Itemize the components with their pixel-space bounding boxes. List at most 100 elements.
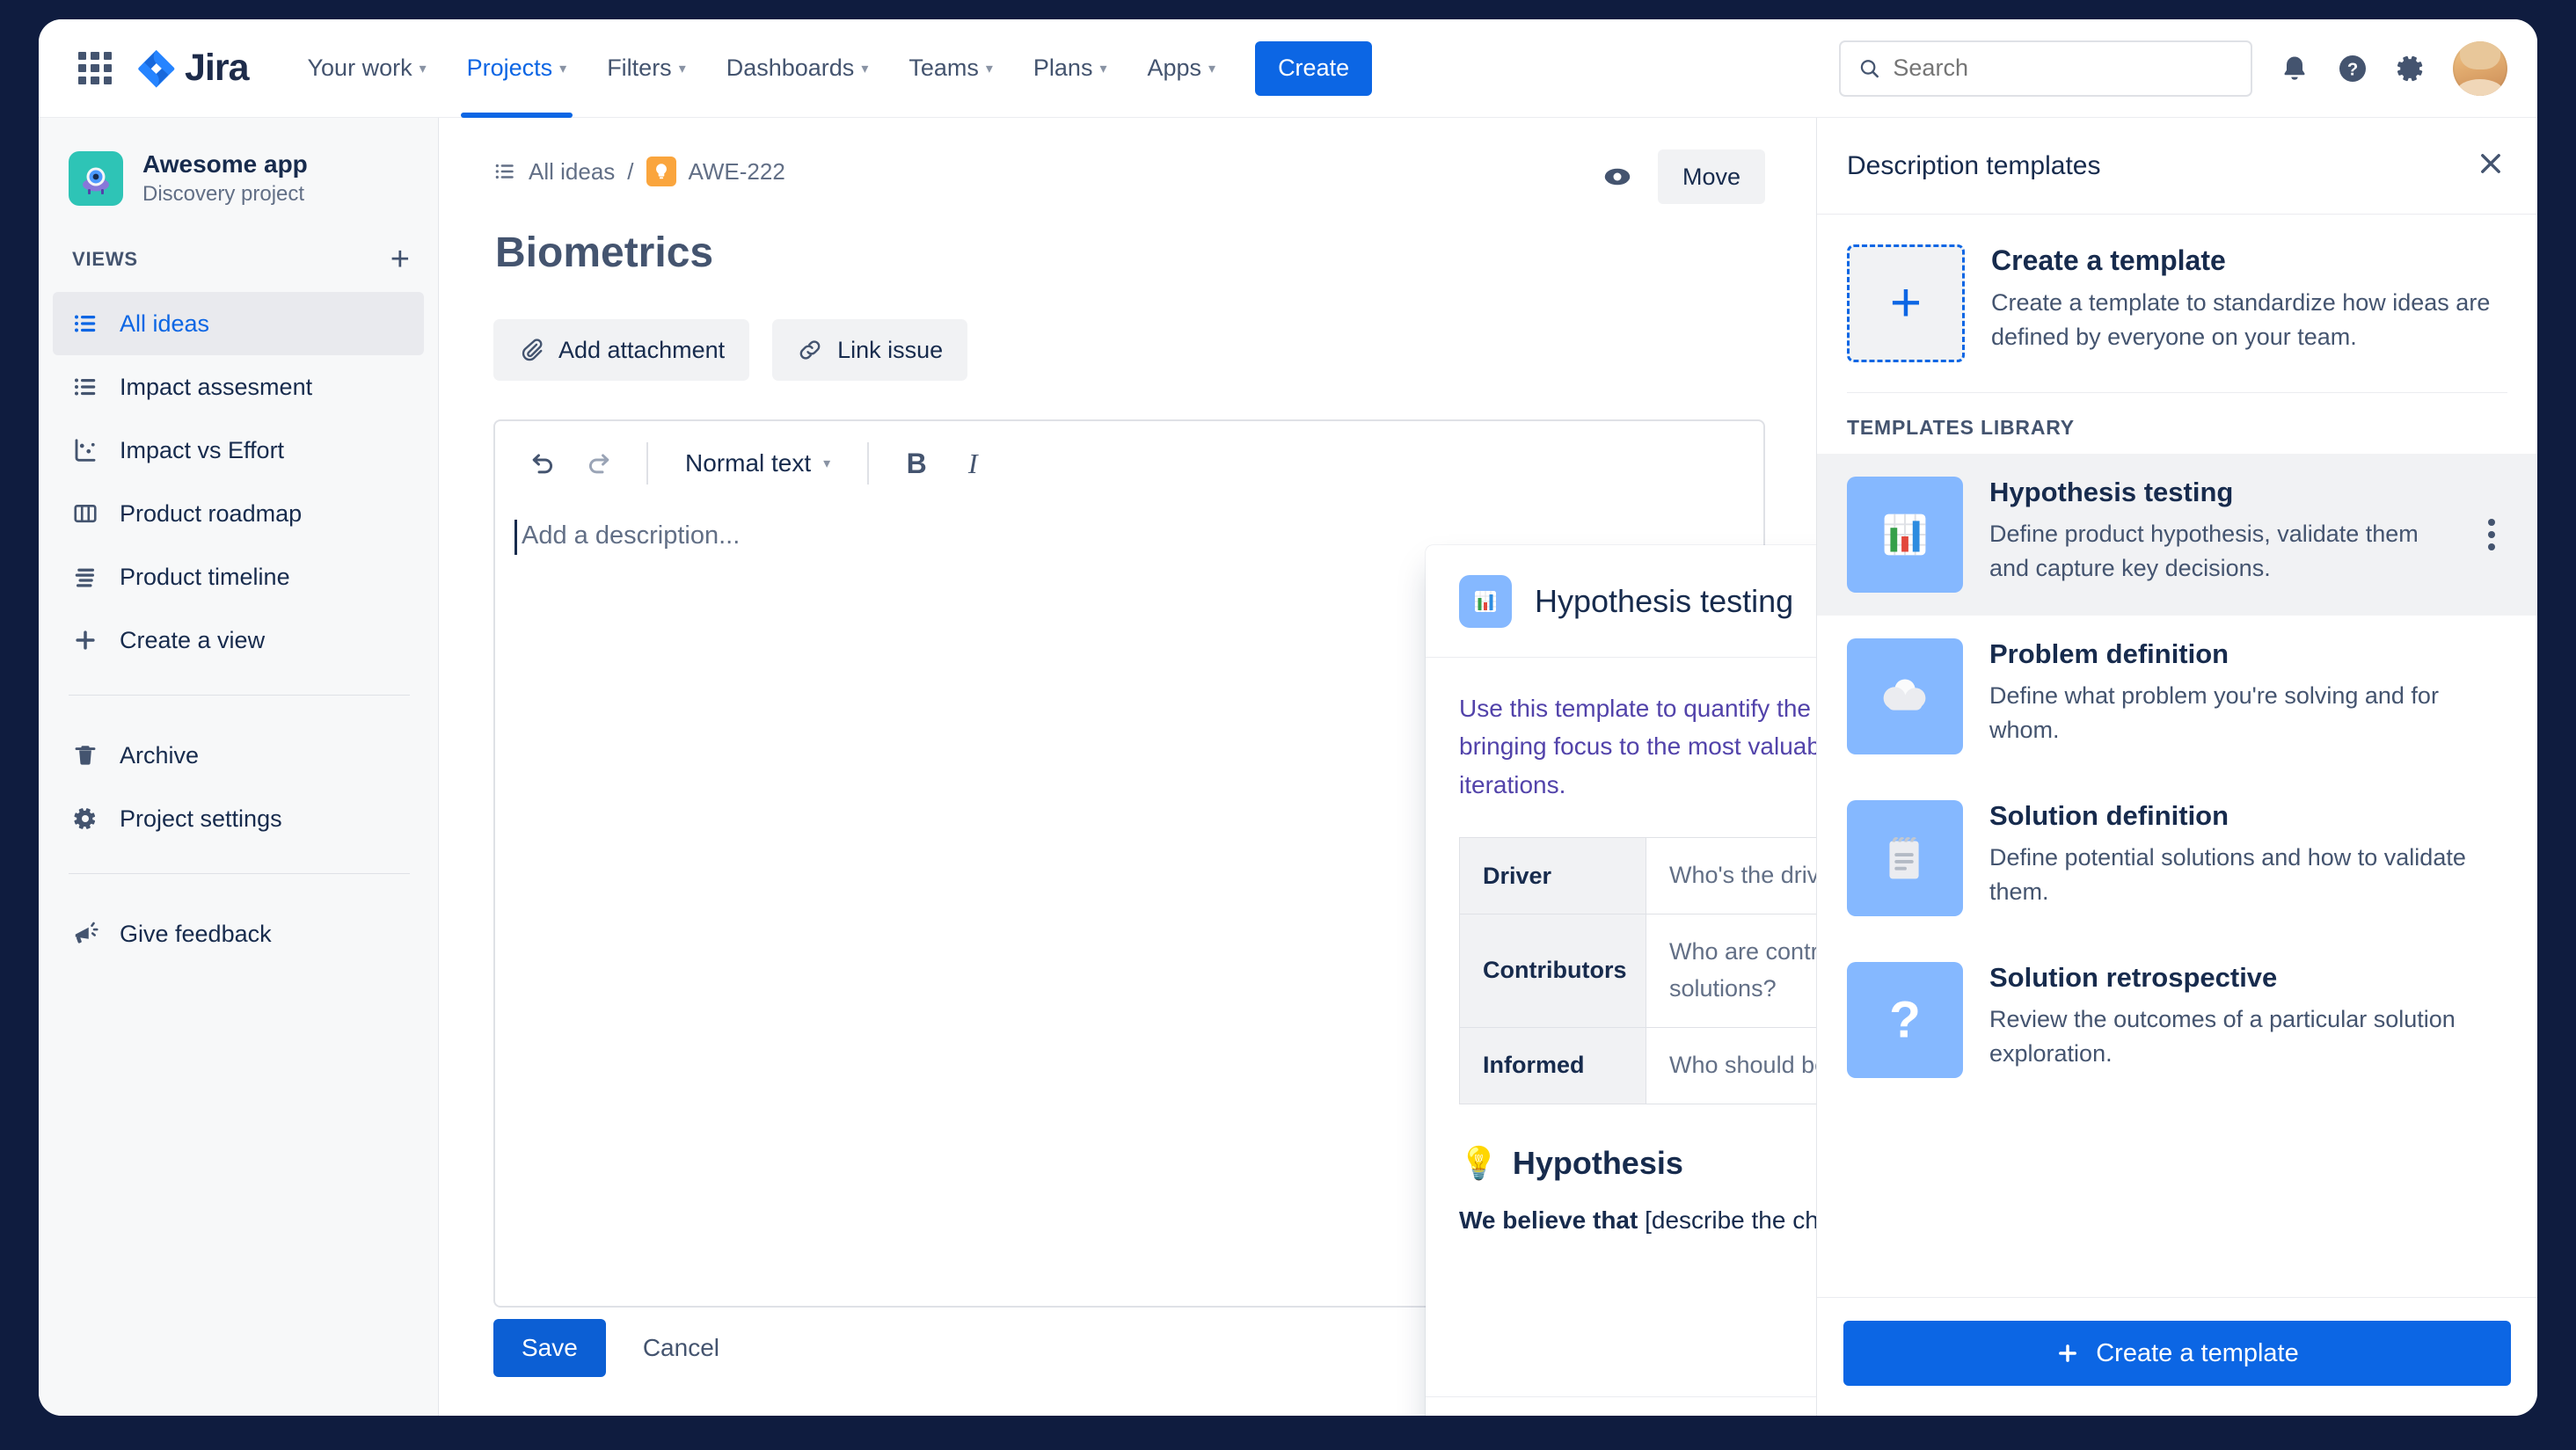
description-templates-panel: Description templates + Create a templat… [1816, 118, 2537, 1416]
template-item-problem-definition[interactable]: Problem definition Define what problem y… [1817, 616, 2537, 777]
sidebar-item-label: Impact assesment [120, 373, 313, 400]
jira-window: Jira Your work ▾ Projects ▾ Filters ▾ Da… [39, 19, 2537, 1416]
chevron-down-icon: ▾ [1208, 61, 1216, 77]
text-style-dropdown[interactable]: Normal text ▾ [671, 449, 844, 477]
primary-nav: Your work ▾ Projects ▾ Filters ▾ Dashboa… [289, 39, 1373, 118]
page-title: Biometrics [495, 230, 714, 276]
trash-icon [70, 742, 100, 769]
cancel-button[interactable]: Cancel [624, 1319, 739, 1377]
nav-item-filters[interactable]: Filters ▾ [588, 39, 704, 98]
sidebar-item-impact-assesment[interactable]: Impact assesment [53, 355, 424, 419]
sidebar-item-project-settings[interactable]: Project settings [53, 787, 424, 850]
role-key: Informed [1459, 1026, 1646, 1104]
sidebar-item-all-ideas[interactable]: All ideas [53, 292, 424, 356]
nav-item-teams[interactable]: Teams ▾ [890, 39, 1011, 98]
add-attachment-button[interactable]: Add attachment [493, 319, 750, 381]
nav-item-your-work[interactable]: Your work ▾ [289, 39, 445, 98]
plus-icon: + [1847, 244, 1965, 362]
nav-item-dashboards[interactable]: Dashboards ▾ [708, 39, 887, 98]
nav-item-plans[interactable]: Plans ▾ [1015, 39, 1126, 98]
sidebar-item-label: Give feedback [120, 920, 272, 947]
nav-item-projects[interactable]: Projects ▾ [449, 39, 586, 118]
user-avatar[interactable] [2453, 40, 2507, 96]
undo-icon[interactable] [518, 436, 567, 491]
hypothesis-statement-bold: We believe that [1459, 1206, 1638, 1234]
create-template-button[interactable]: Create a template [1843, 1321, 2511, 1386]
role-key: Driver [1459, 837, 1646, 915]
template-preview-title: Hypothesis testing [1535, 582, 1794, 619]
template-item-solution-retrospective[interactable]: ? Solution retrospective Review the outc… [1817, 939, 2537, 1101]
help-icon[interactable]: ? [2337, 53, 2368, 84]
jira-logo[interactable]: Jira [137, 47, 250, 90]
list-icon [70, 310, 100, 337]
global-navigation: Jira Your work ▾ Projects ▾ Filters ▾ Da… [39, 19, 2537, 118]
list-icon [70, 374, 100, 400]
sidebar-item-create-a-view[interactable]: Create a view [53, 608, 424, 672]
link-issue-button[interactable]: Link issue [772, 319, 968, 381]
chevron-down-icon: ▾ [985, 61, 993, 77]
panel-body: + Create a template Create a template to… [1817, 215, 2537, 1297]
sidebar-item-label: Create a view [120, 626, 266, 653]
nav-label: Dashboards [726, 55, 855, 81]
create-template-card[interactable]: + Create a template Create a template to… [1817, 215, 2537, 389]
bold-button[interactable]: B [892, 436, 941, 491]
template-item-title: Problem definition [1989, 638, 2229, 669]
create-template-button-label: Create a template [2096, 1338, 2299, 1367]
nav-label: Filters [607, 55, 672, 81]
create-template-title: Create a template [1991, 244, 2226, 276]
nav-item-apps[interactable]: Apps ▾ [1128, 39, 1234, 98]
create-template-subtitle: Create a template to standardize how ide… [1991, 289, 2491, 351]
search-icon [1860, 59, 1879, 77]
template-item-subtitle: Define potential solutions and how to va… [1989, 844, 2466, 906]
close-icon[interactable] [2476, 149, 2506, 183]
link-icon [799, 340, 821, 360]
redo-icon[interactable] [574, 436, 624, 491]
sidebar-item-archive[interactable]: Archive [53, 724, 424, 787]
more-actions-icon[interactable] [2472, 519, 2511, 550]
scatter-chart-icon [70, 437, 100, 463]
sidebar-item-product-timeline[interactable]: Product timeline [53, 545, 424, 608]
sidebar-item-give-feedback[interactable]: Give feedback [53, 902, 424, 965]
move-button[interactable]: Move [1657, 149, 1765, 204]
save-button[interactable]: Save [493, 1319, 606, 1377]
project-header[interactable]: Awesome app Discovery project [39, 118, 438, 232]
lightbulb-icon [646, 157, 676, 186]
global-nav-right: ? [1839, 40, 2507, 97]
notepad-icon [1847, 800, 1963, 916]
chevron-down-icon: ▾ [823, 456, 831, 471]
breadcrumb-separator: / [627, 157, 634, 185]
idea-actions: Move [1602, 149, 1765, 204]
chip-label: Link issue [837, 336, 944, 363]
sidebar-item-label: Project settings [120, 805, 282, 832]
breadcrumb: All ideas / AWE-222 [493, 157, 1765, 186]
sidebar-item-label: Archive [120, 741, 200, 769]
breadcrumb-all-ideas[interactable]: All ideas [529, 158, 615, 186]
chevron-down-icon: ▾ [861, 61, 869, 77]
template-item-solution-definition[interactable]: Solution definition Define potential sol… [1817, 777, 2537, 939]
italic-button[interactable]: I [948, 436, 997, 491]
feedback-list: Give feedback [39, 897, 438, 965]
chip-label: Add attachment [558, 336, 726, 363]
sidebar-item-impact-vs-effort[interactable]: Impact vs Effort [53, 419, 424, 482]
breadcrumb-issue-key[interactable]: AWE-222 [689, 158, 785, 186]
template-item-subtitle: Define product hypothesis, validate them… [1989, 521, 2419, 582]
sidebar-item-product-roadmap[interactable]: Product roadmap [53, 482, 424, 545]
app-switcher-icon[interactable] [72, 46, 118, 91]
create-button[interactable]: Create [1255, 40, 1373, 96]
template-item-hypothesis-testing[interactable]: Hypothesis testing Define product hypoth… [1817, 454, 2537, 616]
jira-mark-icon [138, 49, 175, 88]
add-view-icon[interactable]: + [390, 243, 410, 276]
eye-icon[interactable] [1602, 161, 1633, 193]
notifications-icon[interactable] [2279, 53, 2310, 84]
template-item-body: Solution definition Define potential sol… [1989, 800, 2511, 909]
panel-footer: Create a template [1817, 1297, 2537, 1416]
search-input[interactable] [1893, 55, 2233, 82]
template-item-subtitle: Define what problem you're solving and f… [1989, 682, 2439, 744]
lightbulb-emoji-icon: 💡 [1459, 1144, 1499, 1181]
search-box[interactable] [1839, 40, 2252, 97]
settings-icon[interactable] [2395, 53, 2426, 84]
paperclip-icon [522, 339, 543, 361]
sidebar-item-label: Impact vs Effort [120, 436, 285, 463]
plus-icon [70, 627, 100, 653]
role-key: Contributors [1459, 914, 1646, 1028]
